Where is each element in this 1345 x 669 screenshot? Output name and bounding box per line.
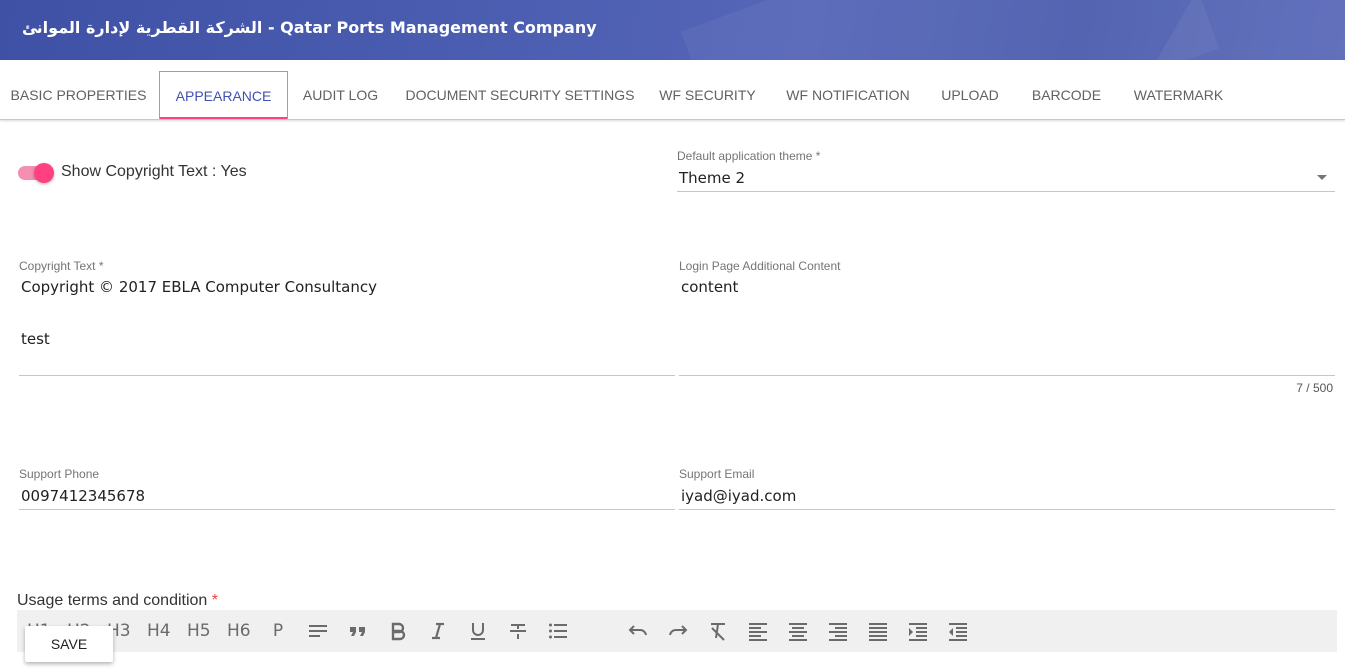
- support-email-label: Support Email: [679, 467, 755, 481]
- show-copyright-label: Show Copyright Text : Yes: [61, 163, 247, 180]
- tab-basic-properties[interactable]: BASIC PROPERTIES: [0, 71, 157, 119]
- save-button[interactable]: SAVE: [25, 626, 113, 662]
- paragraph-align-icon[interactable]: [308, 620, 328, 642]
- usage-terms-text: Usage terms and condition: [17, 592, 208, 609]
- theme-select[interactable]: Theme 2: [679, 169, 745, 187]
- copyright-field-line1[interactable]: Copyright © 2017 EBLA Computer Consultan…: [21, 278, 377, 296]
- heading-5-button[interactable]: H5: [187, 620, 211, 642]
- italic-icon[interactable]: [428, 620, 448, 642]
- copyright-underline: [19, 375, 675, 376]
- align-center-icon[interactable]: [788, 620, 808, 642]
- tab-audit-log[interactable]: AUDIT LOG: [290, 71, 391, 119]
- support-phone-field[interactable]: 0097412345678: [21, 487, 145, 505]
- outdent-icon[interactable]: [948, 620, 968, 642]
- chevron-down-icon[interactable]: [1317, 175, 1327, 180]
- required-marker: *: [211, 592, 219, 609]
- header-title: الشركة القطرية لإدارة الموانئ - Qatar Po…: [22, 18, 597, 37]
- heading-6-button[interactable]: H6: [227, 620, 251, 642]
- tab-appearance[interactable]: APPEARANCE: [159, 71, 288, 119]
- support-email-field[interactable]: iyad@iyad.com: [681, 487, 796, 505]
- toggle-thumb: [34, 163, 54, 183]
- strikethrough-icon[interactable]: [508, 620, 528, 642]
- underline-icon[interactable]: [468, 620, 488, 642]
- tab-barcode[interactable]: BARCODE: [1019, 71, 1114, 119]
- bold-icon[interactable]: [388, 620, 408, 642]
- paragraph-button[interactable]: P: [269, 620, 287, 642]
- support-email-underline: [679, 509, 1335, 510]
- theme-underline: [677, 191, 1335, 192]
- theme-label: Default application theme *: [677, 149, 821, 163]
- editor-toolbar: H1 H2 H3 H4 H5 H6 P: [17, 610, 1337, 652]
- quote-icon[interactable]: [348, 620, 368, 642]
- tab-document-security-settings[interactable]: DOCUMENT SECURITY SETTINGS: [398, 71, 642, 119]
- indent-icon[interactable]: [908, 620, 928, 642]
- tab-wf-notification[interactable]: WF NOTIFICATION: [773, 71, 923, 119]
- support-phone-underline: [19, 509, 675, 510]
- undo-icon[interactable]: [628, 620, 648, 642]
- heading-4-button[interactable]: H4: [147, 620, 171, 642]
- tab-watermark[interactable]: WATERMARK: [1120, 71, 1237, 119]
- align-right-icon[interactable]: [828, 620, 848, 642]
- support-phone-label: Support Phone: [19, 467, 100, 481]
- login-content-underline: [679, 375, 1335, 376]
- character-counter: 7 / 500: [1296, 381, 1333, 395]
- login-content-label: Login Page Additional Content: [679, 259, 841, 273]
- tab-wf-security[interactable]: WF SECURITY: [648, 71, 767, 119]
- show-copyright-toggle[interactable]: [18, 163, 54, 183]
- copyright-field-line2[interactable]: test: [21, 330, 50, 348]
- bullet-list-icon[interactable]: [548, 620, 568, 642]
- tab-upload[interactable]: UPLOAD: [927, 71, 1013, 119]
- login-content-field[interactable]: content: [681, 278, 738, 296]
- align-justify-icon[interactable]: [868, 620, 888, 642]
- app-header: الشركة القطرية لإدارة الموانئ - Qatar Po…: [0, 0, 1345, 60]
- tab-bar: BASIC PROPERTIES APPEARANCE AUDIT LOG DO…: [0, 60, 1345, 120]
- clear-format-icon[interactable]: [708, 620, 728, 642]
- redo-icon[interactable]: [668, 620, 688, 642]
- usage-terms-label: Usage terms and condition *: [17, 592, 218, 610]
- copyright-label: Copyright Text *: [19, 259, 104, 273]
- align-left-icon[interactable]: [748, 620, 768, 642]
